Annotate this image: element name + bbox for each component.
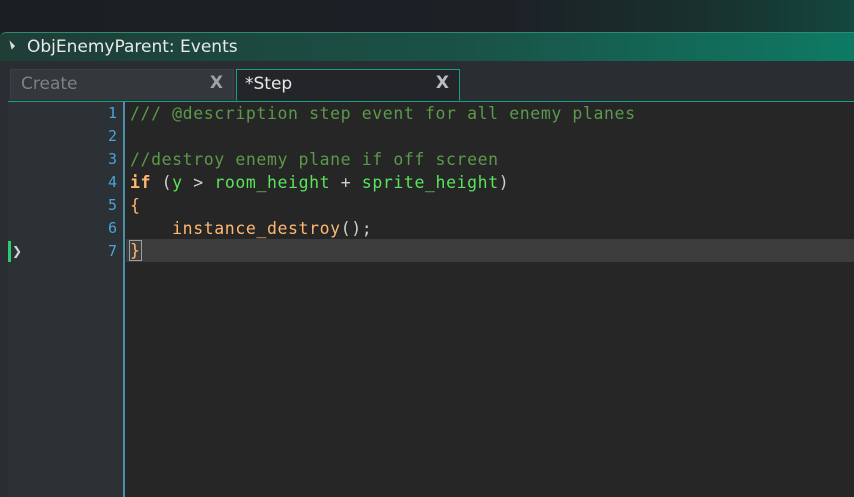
line-number: 5 [107,196,117,214]
code-editor[interactable]: 1 2 3 4 5 6 7 ❯ /// @description step ev… [8,101,854,497]
code-line-4: if (y > room_height + sprite_height) [130,171,509,194]
window-titlebar[interactable]: ObjEnemyParent: Events [0,32,854,61]
line-number: 2 [107,127,117,145]
code-punctuation: ) [498,173,510,192]
background-top-band [0,0,854,32]
current-line-marker [8,241,11,262]
tab-create-label: Create [21,74,78,94]
code-brace-matched: } [129,240,142,261]
window-title: ObjEnemyParent: Events [27,37,238,57]
tab-create-close-icon[interactable]: X [210,73,223,93]
code-keyword: if [130,173,152,192]
line-number-gutter[interactable]: 1 2 3 4 5 6 7 ❯ [8,102,125,497]
code-function-call: instance_destroy [172,219,341,238]
code-line-3: //destroy enemy plane if off screen [130,148,499,171]
tab-step-label: *Step [245,74,293,94]
code-line-6: instance_destroy(); [130,217,372,240]
line-number: 7 [107,242,117,260]
code-line-7: } [129,239,142,262]
line-number: 4 [107,173,117,191]
tab-step[interactable]: *Step X [236,69,460,101]
current-line-highlight [126,239,854,262]
code-line-5: { [130,194,141,217]
tab-create[interactable]: Create X [10,69,234,100]
event-tab-bar: Create X *Step X [0,61,854,101]
code-text-area[interactable]: /// @description step event for all enem… [126,102,854,497]
code-editor-window: ObjEnemyParent: Events Create X *Step X … [0,32,854,497]
line-number: 6 [107,219,117,237]
chevron-right-icon: ❯ [12,244,23,258]
line-number: 1 [107,104,117,122]
line-number: 3 [107,150,117,168]
code-punctuation: ( [151,173,173,192]
code-line-1: /// @description step event for all enem… [130,102,636,125]
code-builtin-variable: y [172,173,183,192]
tab-step-close-icon[interactable]: X [436,73,449,93]
code-comment: /// @description step event for all enem… [130,104,636,123]
code-builtin-variable: room_height [214,173,331,192]
code-operator: + [330,173,362,192]
code-punctuation: (); [340,219,373,238]
code-builtin-variable: sprite_height [361,173,499,192]
code-comment: //destroy enemy plane if off screen [130,150,499,169]
code-brace: { [130,196,141,215]
collapse-triangle-icon[interactable] [5,40,16,50]
code-operator: > [182,173,215,192]
